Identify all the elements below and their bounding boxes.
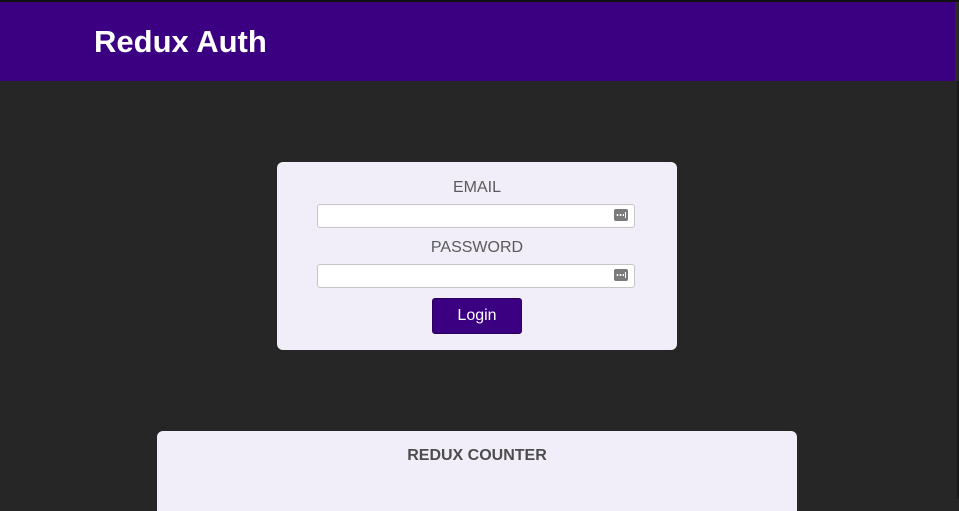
app-header: Redux Auth [0, 2, 959, 81]
login-form-card: EMAIL PASSWORD Login [277, 162, 677, 350]
password-manager-key-icon[interactable] [614, 269, 628, 281]
login-button[interactable]: Login [432, 298, 522, 334]
redux-counter-card: REDUX COUNTER [157, 431, 797, 511]
password-manager-key-icon[interactable] [614, 209, 628, 221]
counter-title: REDUX COUNTER [407, 447, 547, 464]
app-title: Redux Auth [94, 24, 267, 59]
password-label: PASSWORD [430, 239, 524, 256]
email-label: EMAIL [452, 179, 501, 196]
email-field[interactable] [317, 204, 635, 228]
password-field[interactable] [317, 264, 635, 288]
